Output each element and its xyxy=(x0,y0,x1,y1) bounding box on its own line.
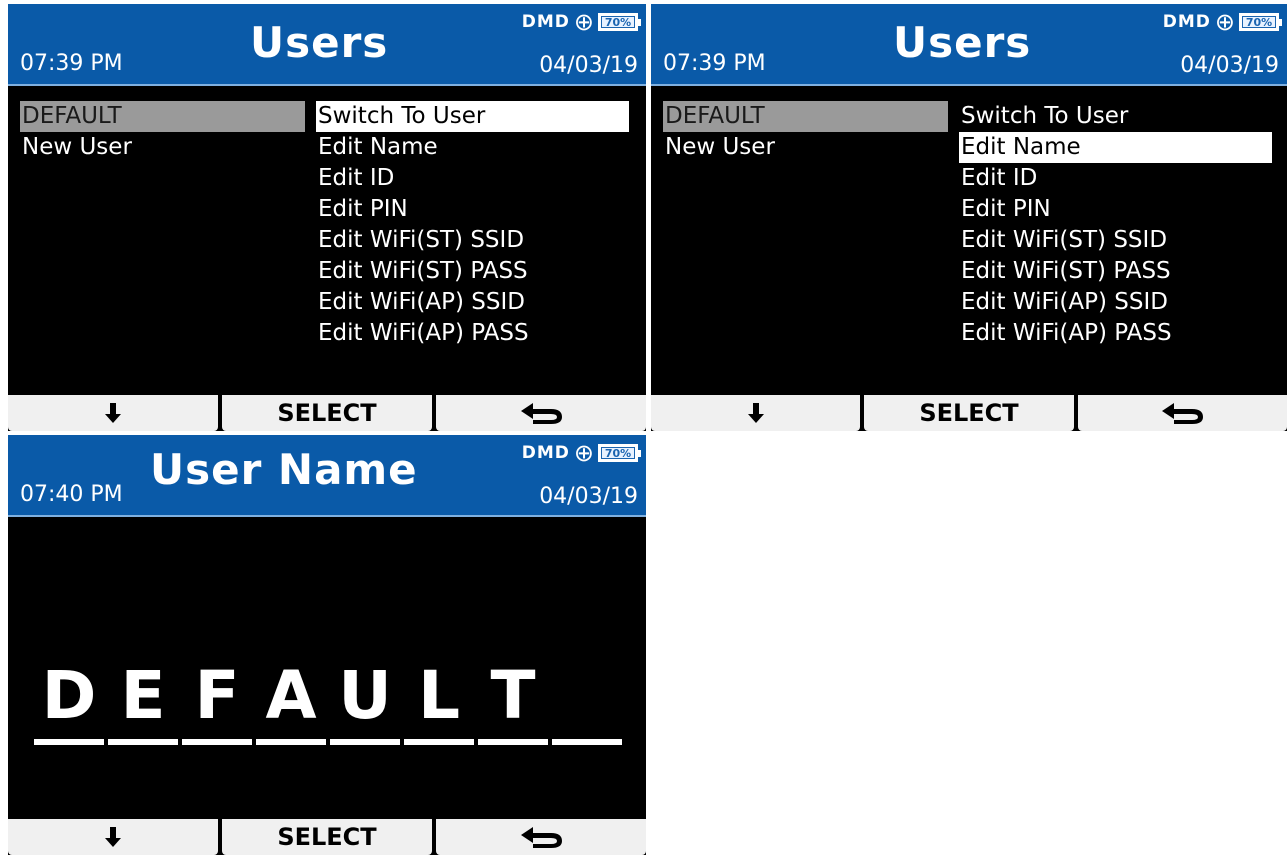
name-char[interactable]: T xyxy=(478,653,548,745)
user-action-menu: Switch To User Edit Name Edit ID Edit PI… xyxy=(959,101,1272,349)
battery-icon: 70% xyxy=(598,444,641,462)
name-char[interactable]: L xyxy=(404,653,474,745)
softkey-bar: SELECT xyxy=(651,395,1287,431)
users-screen-2: 07:39 PM Users DMD ⊕ 70% 04/03/19 DEFAUL… xyxy=(651,4,1287,431)
clock-time: 07:39 PM xyxy=(20,51,123,76)
menu-item-switch-to-user[interactable]: Switch To User xyxy=(959,101,1272,132)
date-label: 04/03/19 xyxy=(1180,53,1279,78)
select-button[interactable]: SELECT xyxy=(222,819,432,855)
menu-item-edit-wifi-ap-ssid[interactable]: Edit WiFi(AP) SSID xyxy=(316,287,629,318)
back-button[interactable] xyxy=(1077,395,1287,431)
clock-time: 07:40 PM xyxy=(20,482,123,507)
menu-item-edit-id[interactable]: Edit ID xyxy=(316,163,629,194)
menu-item-edit-name[interactable]: Edit Name xyxy=(959,132,1272,163)
menu-item-edit-pin[interactable]: Edit PIN xyxy=(959,194,1272,225)
status-area: DMD ⊕ 70% xyxy=(521,439,641,467)
page-title: Users xyxy=(893,18,1032,67)
dmd-label: DMD xyxy=(1162,12,1211,32)
dmd-label: DMD xyxy=(521,12,570,32)
name-char[interactable]: D xyxy=(34,653,104,745)
user-name-screen: 07:40 PM User Name DMD ⊕ 70% 04/03/19 D … xyxy=(8,435,646,855)
battery-icon: 70% xyxy=(598,13,641,31)
dmd-label: DMD xyxy=(521,443,570,463)
down-button[interactable] xyxy=(8,395,218,431)
date-label: 04/03/19 xyxy=(539,484,638,509)
menu-item-edit-wifi-ap-ssid[interactable]: Edit WiFi(AP) SSID xyxy=(959,287,1272,318)
name-char[interactable]: A xyxy=(256,653,326,745)
back-arrow-icon xyxy=(521,827,562,848)
battery-percent: 70% xyxy=(1245,15,1273,29)
globe-icon: ⊕ xyxy=(573,8,594,36)
content-area: DEFAULT New User Switch To User Edit Nam… xyxy=(651,101,1287,369)
page-title: Users xyxy=(250,18,389,67)
status-area: DMD ⊕ 70% xyxy=(521,8,641,36)
page-title: User Name xyxy=(150,445,418,494)
users-screen-1: 07:39 PM Users DMD ⊕ 70% 04/03/19 DEFAUL… xyxy=(8,4,646,431)
header-bar: 07:39 PM Users DMD ⊕ 70% 04/03/19 xyxy=(8,4,646,86)
user-item-new-user[interactable]: New User xyxy=(663,132,948,163)
softkey-bar: SELECT xyxy=(8,395,646,431)
name-char[interactable]: F xyxy=(182,653,252,745)
arrow-down-icon xyxy=(747,403,764,423)
menu-item-edit-wifi-ap-pass[interactable]: Edit WiFi(AP) PASS xyxy=(959,318,1272,349)
user-item-default[interactable]: DEFAULT xyxy=(663,101,948,132)
header-bar: 07:39 PM Users DMD ⊕ 70% 04/03/19 xyxy=(651,4,1287,86)
name-char[interactable]: U xyxy=(330,653,400,745)
name-editor[interactable]: D E F A U L T xyxy=(34,653,626,745)
arrow-down-icon xyxy=(105,827,121,847)
status-area: DMD ⊕ 70% xyxy=(1162,8,1282,36)
back-button[interactable] xyxy=(436,395,646,431)
name-char[interactable]: E xyxy=(108,653,178,745)
back-arrow-icon xyxy=(521,403,562,424)
menu-item-edit-name[interactable]: Edit Name xyxy=(316,132,629,163)
clock-time: 07:39 PM xyxy=(663,51,766,76)
user-item-new-user[interactable]: New User xyxy=(20,132,305,163)
date-label: 04/03/19 xyxy=(539,53,638,78)
battery-percent: 70% xyxy=(604,446,632,460)
user-action-menu: Switch To User Edit Name Edit ID Edit PI… xyxy=(316,101,629,349)
select-button[interactable]: SELECT xyxy=(864,395,1074,431)
user-list: DEFAULT New User xyxy=(20,101,305,163)
select-button[interactable]: SELECT xyxy=(222,395,432,431)
battery-percent: 70% xyxy=(604,15,632,29)
down-button[interactable] xyxy=(651,395,861,431)
down-button[interactable] xyxy=(8,819,218,855)
menu-item-edit-wifi-st-pass[interactable]: Edit WiFi(ST) PASS xyxy=(316,256,629,287)
globe-icon: ⊕ xyxy=(1214,8,1235,36)
arrow-down-icon xyxy=(105,403,121,423)
back-arrow-icon xyxy=(1162,403,1204,424)
softkey-bar: SELECT xyxy=(8,819,646,855)
menu-item-edit-wifi-st-ssid[interactable]: Edit WiFi(ST) SSID xyxy=(959,225,1272,256)
globe-icon: ⊕ xyxy=(573,439,594,467)
menu-item-switch-to-user[interactable]: Switch To User xyxy=(316,101,629,132)
user-list: DEFAULT New User xyxy=(663,101,948,163)
back-button[interactable] xyxy=(436,819,646,855)
menu-item-edit-wifi-ap-pass[interactable]: Edit WiFi(AP) PASS xyxy=(316,318,629,349)
menu-item-edit-id[interactable]: Edit ID xyxy=(959,163,1272,194)
menu-item-edit-pin[interactable]: Edit PIN xyxy=(316,194,629,225)
name-char[interactable] xyxy=(552,653,622,745)
menu-item-edit-wifi-st-ssid[interactable]: Edit WiFi(ST) SSID xyxy=(316,225,629,256)
menu-item-edit-wifi-st-pass[interactable]: Edit WiFi(ST) PASS xyxy=(959,256,1272,287)
header-bar: 07:40 PM User Name DMD ⊕ 70% 04/03/19 xyxy=(8,435,646,517)
battery-icon: 70% xyxy=(1239,13,1282,31)
content-area: DEFAULT New User Switch To User Edit Nam… xyxy=(8,101,646,369)
user-item-default[interactable]: DEFAULT xyxy=(20,101,305,132)
